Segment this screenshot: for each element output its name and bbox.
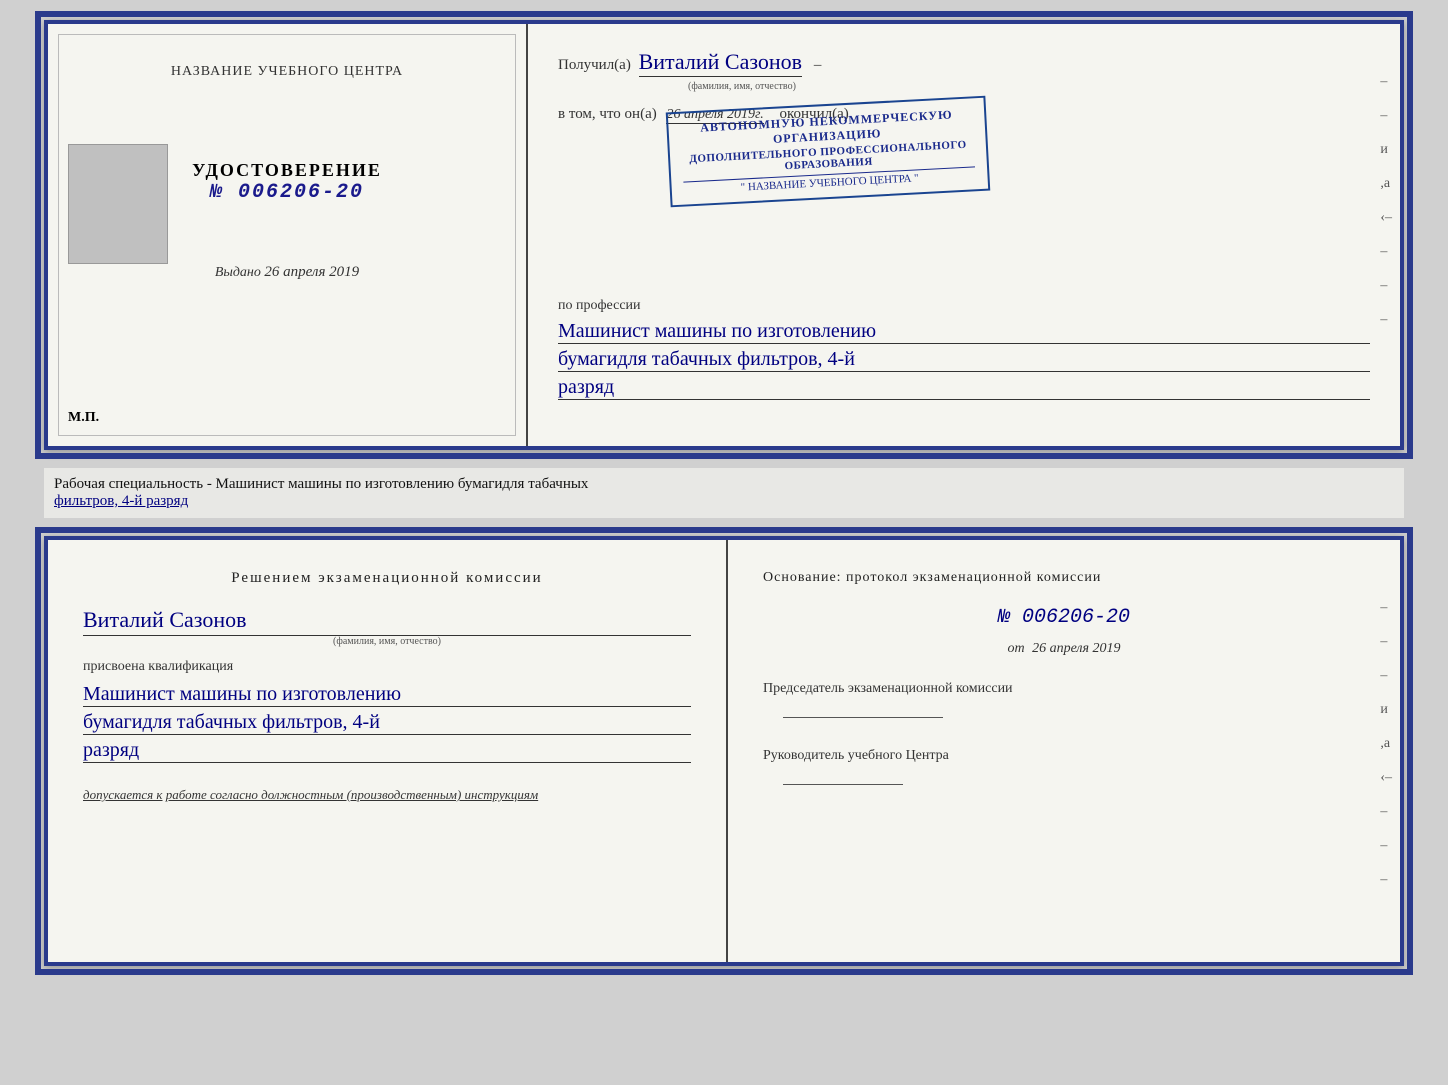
vydano-line: Выдано 26 апреля 2019 [215,264,359,281]
profession-line3: разряд [558,376,1370,400]
certificate-bottom: Решением экзаменационной комиссии Витали… [44,536,1404,966]
cert-bottom-left: Решением экзаменационной комиссии Витали… [48,540,728,962]
certificate-top: НАЗВАНИЕ УЧЕБНОГО ЦЕНТРА УДОСТОВЕРЕНИЕ №… [44,20,1404,450]
cert-top-right: Получил(а) Виталий Сазонов – (фамилия, и… [528,24,1400,446]
stamp-box: АВТОНОМНУЮ НЕКОММЕРЧЕСКУЮ ОРГАНИЗАЦИЮ ДО… [666,96,991,208]
center-title-top: НАЗВАНИЕ УЧЕБНОГО ЦЕНТРА [171,64,403,80]
side-dashes-bottom: – – – и ,а ‹– – – – [1380,600,1392,888]
osnovanie-label: Основание: протокол экзаменационной коми… [763,570,1365,586]
cert-bottom-right: Основание: протокол экзаменационной коми… [728,540,1400,962]
protocol-number: № 006206-20 [763,606,1365,629]
photo-placeholder [68,144,168,264]
predsedatel-signature-line [783,717,943,718]
bottom-person-name: Виталий Сазонов [83,607,691,636]
profession-line2: бумагидля табачных фильтров, 4-й [558,348,1370,372]
qual-line3: разряд [83,739,691,763]
middle-text: Рабочая специальность - Машинист машины … [44,468,1404,518]
mp-label: М.П. [68,410,99,426]
prisvoena-label: присвоена квалификация [83,659,691,675]
qual-line2: бумагидля табачных фильтров, 4-й [83,711,691,735]
po-professii-label: по профессии [558,298,1370,314]
fio-label-bottom: (фамилия, имя, отчество) [83,636,691,647]
cert-top-left: НАЗВАНИЕ УЧЕБНОГО ЦЕНТРА УДОСТОВЕРЕНИЕ №… [48,24,528,446]
poluchil-line: Получил(а) Виталий Сазонов – [558,49,1370,75]
fio-subtitle-top: (фамилия, имя, отчество) [688,81,1370,92]
rukovoditel-label: Руководитель учебного Центра [763,748,1365,785]
predsedatel-label: Председатель экзаменационной комиссии [763,681,1365,718]
udostoverenie-label: УДОСТОВЕРЕНИЕ № 006206-20 [192,160,382,204]
profession-line1: Машинист машины по изготовлению [558,320,1370,344]
qual-line1: Машинист машины по изготовлению [83,683,691,707]
side-dashes-top: – – и ,а ‹– – – – [1380,74,1392,328]
ot-line: от 26 апреля 2019 [763,641,1365,657]
rukovoditel-signature-line [783,784,903,785]
dopuskaetsya: допускается к работе согласно должностны… [83,787,691,803]
decision-title: Решением экзаменационной комиссии [83,570,691,587]
